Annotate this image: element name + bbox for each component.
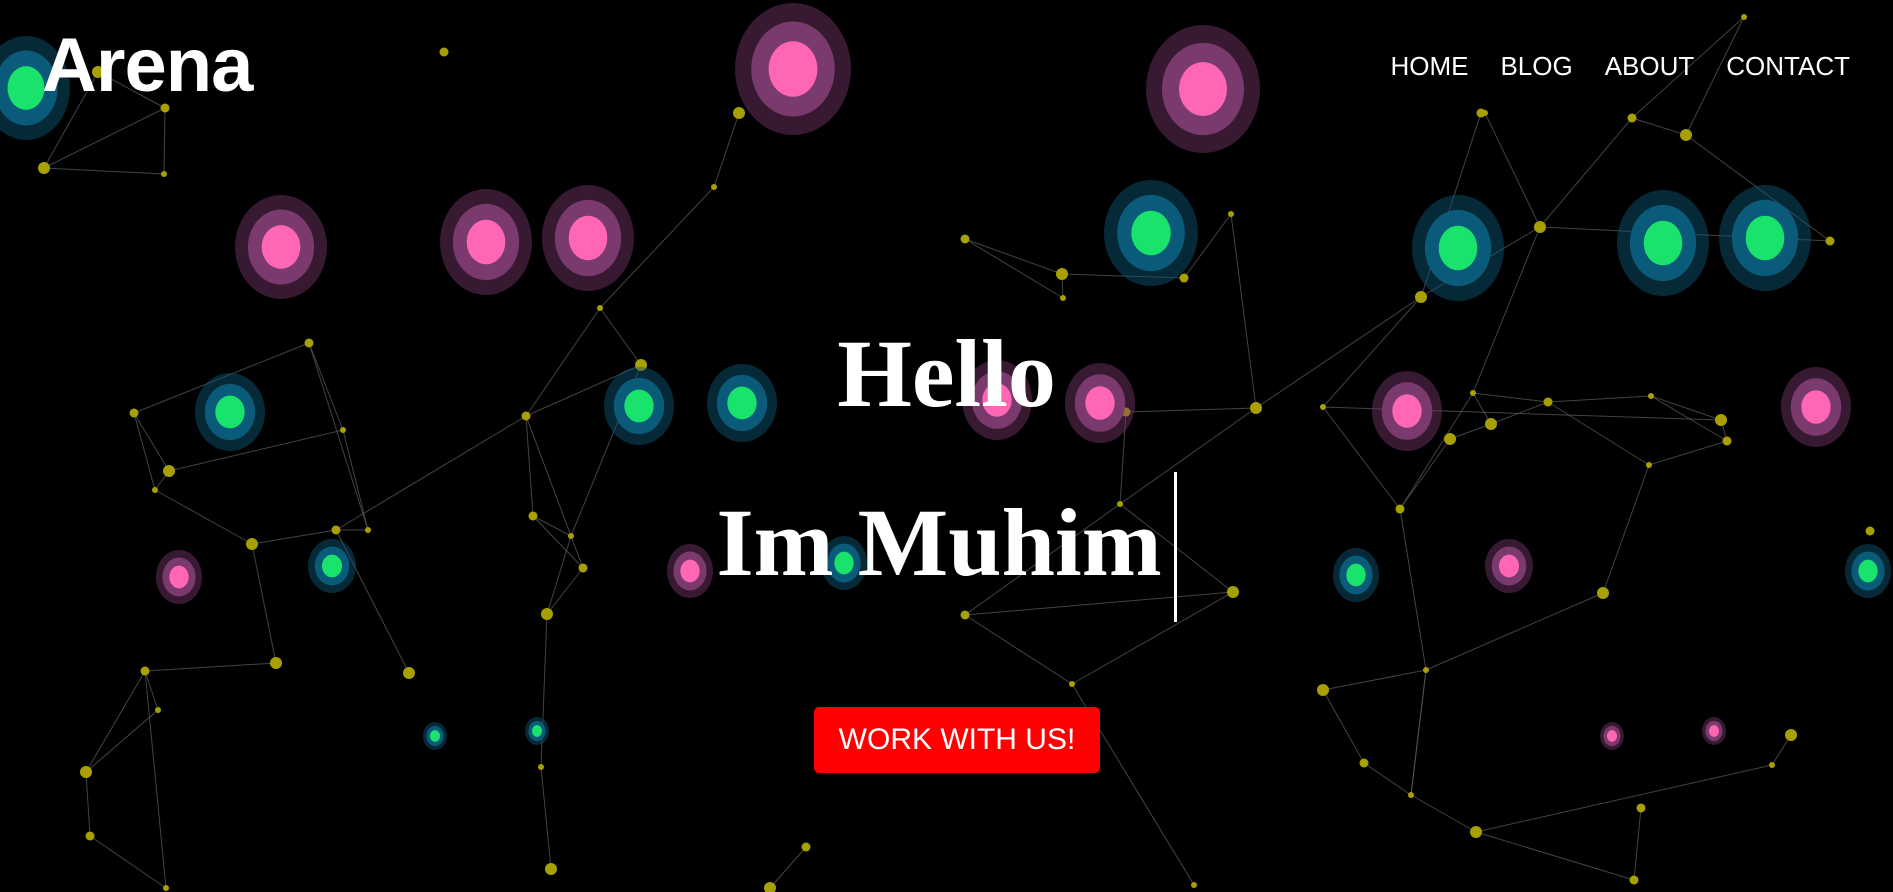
network-node: [270, 657, 282, 669]
network-line: [1410, 669, 1427, 796]
pink-orb: [1702, 717, 1726, 745]
network-line: [540, 613, 548, 768]
network-node: [1785, 729, 1797, 741]
network-node: [1482, 110, 1488, 116]
hero-typed-line: Im Muhim: [0, 472, 1893, 628]
network-node: [801, 842, 811, 852]
typing-caret: [1173, 472, 1177, 622]
network-node: [597, 305, 603, 311]
network-line: [713, 112, 740, 188]
network-node: [1470, 826, 1482, 838]
nav-about-link[interactable]: ABOUT: [1605, 52, 1695, 81]
green-orb: [1719, 185, 1811, 291]
network-node: [1317, 684, 1329, 696]
network-node: [439, 47, 449, 57]
network-line: [769, 846, 807, 889]
green-orb: [1412, 195, 1504, 301]
network-line: [85, 709, 159, 773]
network-node: [1228, 211, 1234, 217]
network-node: [1191, 882, 1197, 888]
network-node: [545, 863, 557, 875]
network-node: [163, 885, 169, 891]
network-node: [140, 666, 150, 676]
network-line: [1539, 117, 1633, 228]
network-node: [1534, 221, 1546, 233]
network-line: [144, 662, 277, 672]
network-node: [1069, 681, 1075, 687]
pink-orb: [235, 195, 327, 299]
green-orb: [423, 722, 447, 750]
network-node: [1060, 295, 1066, 301]
network-node: [1646, 462, 1652, 468]
network-line: [163, 107, 166, 175]
network-node: [340, 427, 346, 433]
network-line: [85, 670, 146, 773]
network-line: [43, 167, 165, 175]
network-node: [1444, 433, 1456, 445]
network-node: [711, 184, 717, 190]
network-node: [1722, 436, 1732, 446]
network-line: [1648, 440, 1728, 466]
network-line: [1363, 762, 1412, 796]
nav-home-link[interactable]: HOME: [1390, 52, 1468, 81]
network-line: [964, 238, 1064, 299]
network-node: [1359, 758, 1369, 768]
network-node: [163, 465, 175, 477]
green-orb: [525, 717, 549, 745]
network-line: [89, 835, 167, 889]
network-line: [1484, 112, 1541, 228]
network-node: [1408, 792, 1414, 798]
network-node: [538, 764, 544, 770]
network-node: [161, 171, 167, 177]
hero-typed-text: Im Muhim: [716, 489, 1162, 597]
network-node: [733, 107, 745, 119]
hero-page: Arena HOME BLOG ABOUT CONTACT Hello Im M…: [0, 0, 1893, 892]
network-line: [85, 771, 91, 837]
green-orb: [1104, 180, 1198, 286]
pink-orb: [440, 189, 532, 295]
site-logo[interactable]: Arena: [42, 28, 253, 104]
network-node: [1056, 268, 1068, 280]
network-node: [1769, 762, 1775, 768]
network-line: [540, 766, 552, 870]
network-node: [1415, 291, 1427, 303]
pink-orb: [1600, 722, 1624, 750]
network-node: [80, 766, 92, 778]
network-node: [1423, 667, 1429, 673]
network-node: [1825, 236, 1835, 246]
work-with-us-button[interactable]: WORK WITH US!: [814, 707, 1100, 773]
network-node: [1179, 273, 1189, 283]
network-node: [1680, 129, 1692, 141]
network-node: [960, 234, 970, 244]
pink-orb: [1146, 25, 1260, 153]
network-node: [155, 707, 161, 713]
network-node: [1741, 14, 1747, 20]
network-line: [1631, 117, 1687, 136]
network-line: [1475, 764, 1773, 833]
network-line: [1410, 794, 1477, 833]
nav-blog-link[interactable]: BLOG: [1500, 52, 1572, 81]
network-node: [38, 162, 50, 174]
network-node: [1636, 803, 1646, 813]
network-line: [1322, 669, 1427, 691]
network-line: [1475, 831, 1635, 881]
hero-greeting: Hello: [837, 320, 1056, 427]
nav-contact-link[interactable]: CONTACT: [1726, 52, 1850, 81]
network-line: [1449, 423, 1492, 440]
network-node: [403, 667, 415, 679]
pink-orb: [735, 3, 851, 135]
network-node: [85, 831, 95, 841]
network-line: [1322, 689, 1365, 764]
main-nav: HOME BLOG ABOUT CONTACT: [1390, 52, 1850, 81]
pink-orb: [542, 185, 634, 291]
green-orb: [1617, 190, 1709, 296]
network-node: [1627, 113, 1637, 123]
network-node: [1629, 875, 1639, 885]
network-line: [1633, 807, 1642, 881]
